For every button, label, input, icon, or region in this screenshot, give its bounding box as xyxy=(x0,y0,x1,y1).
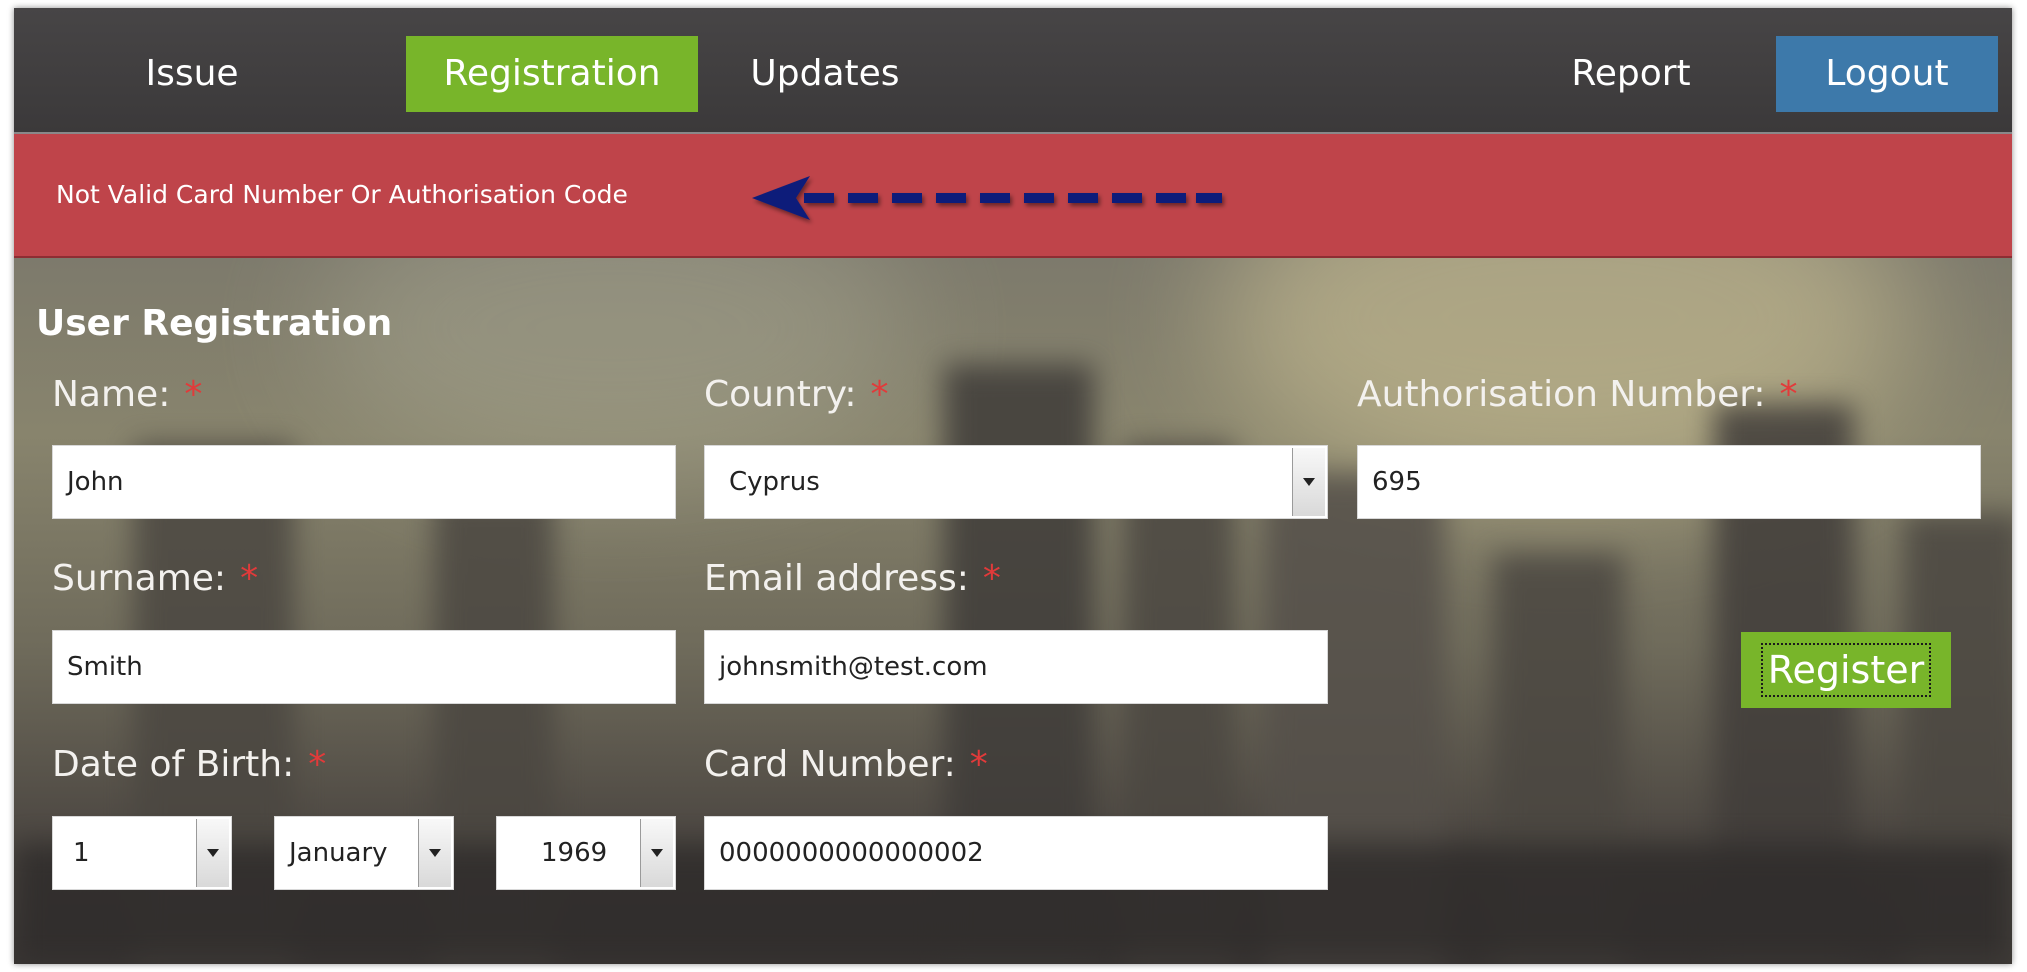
nav-updates[interactable]: Updates xyxy=(740,36,910,112)
dob-year-select[interactable]: 1969 xyxy=(496,816,676,890)
dob-month-value: January xyxy=(289,838,388,868)
required-marker: * xyxy=(870,374,889,415)
authorisation-number-label: Authorisation Number: * xyxy=(1357,370,1798,420)
dob-day-value: 1 xyxy=(73,838,90,868)
chevron-down-icon[interactable] xyxy=(640,819,673,887)
nav-issue-cashbacks[interactable]: Issue CashBacks xyxy=(64,36,320,170)
dob-day-select[interactable]: 1 xyxy=(52,816,232,890)
name-label-text: Name: xyxy=(52,374,171,415)
surname-label: Surname: * xyxy=(52,554,258,604)
email-label-text: Email address: xyxy=(704,558,969,599)
authorisation-number-label-text: Authorisation Number: xyxy=(1357,374,1766,415)
dob-year-value: 1969 xyxy=(541,838,608,868)
card-number-label-text: Card Number: xyxy=(704,744,956,785)
name-label: Name: * xyxy=(52,370,202,420)
top-navbar: Issue CashBacks Registration Updates Rep… xyxy=(14,8,2012,170)
logout-button[interactable]: Logout xyxy=(1776,36,1998,112)
card-number-label: Card Number: * xyxy=(704,740,988,790)
email-input[interactable]: johnsmith@test.com xyxy=(704,630,1328,704)
authorisation-number-input[interactable]: 695 xyxy=(1357,445,1981,519)
required-marker: * xyxy=(982,558,1001,599)
chevron-down-icon[interactable] xyxy=(196,819,229,887)
section-title: User Registration xyxy=(36,303,393,344)
surname-input[interactable]: Smith xyxy=(52,630,676,704)
dob-label-text: Date of Birth: xyxy=(52,744,295,785)
country-label-text: Country: xyxy=(704,374,857,415)
name-input[interactable]: John xyxy=(52,445,676,519)
required-marker: * xyxy=(1779,374,1798,415)
required-marker: * xyxy=(969,744,988,785)
nav-registration[interactable]: Registration xyxy=(406,36,698,112)
required-marker: * xyxy=(240,558,259,599)
required-marker: * xyxy=(184,374,203,415)
surname-label-text: Surname: xyxy=(52,558,227,599)
app-window: Issue CashBacks Registration Updates Rep… xyxy=(14,8,2012,964)
register-button-label: Register xyxy=(1760,643,1932,697)
chevron-down-icon[interactable] xyxy=(1292,448,1325,516)
country-label: Country: * xyxy=(704,370,889,420)
dashed-arrow-left-icon xyxy=(752,176,1222,220)
card-number-input[interactable]: 0000000000000002 xyxy=(704,816,1328,890)
chevron-down-icon[interactable] xyxy=(418,819,451,887)
email-label: Email address: * xyxy=(704,554,1001,604)
country-select[interactable]: Cyprus xyxy=(704,445,1328,519)
register-button[interactable]: Register xyxy=(1741,632,1951,708)
country-value: Cyprus xyxy=(729,467,820,497)
nav-report[interactable]: Report xyxy=(1566,36,1696,112)
dob-month-select[interactable]: January xyxy=(274,816,454,890)
dob-label: Date of Birth: * xyxy=(52,740,326,790)
required-marker: * xyxy=(308,744,327,785)
error-message: Not Valid Card Number Or Authorisation C… xyxy=(56,180,628,209)
